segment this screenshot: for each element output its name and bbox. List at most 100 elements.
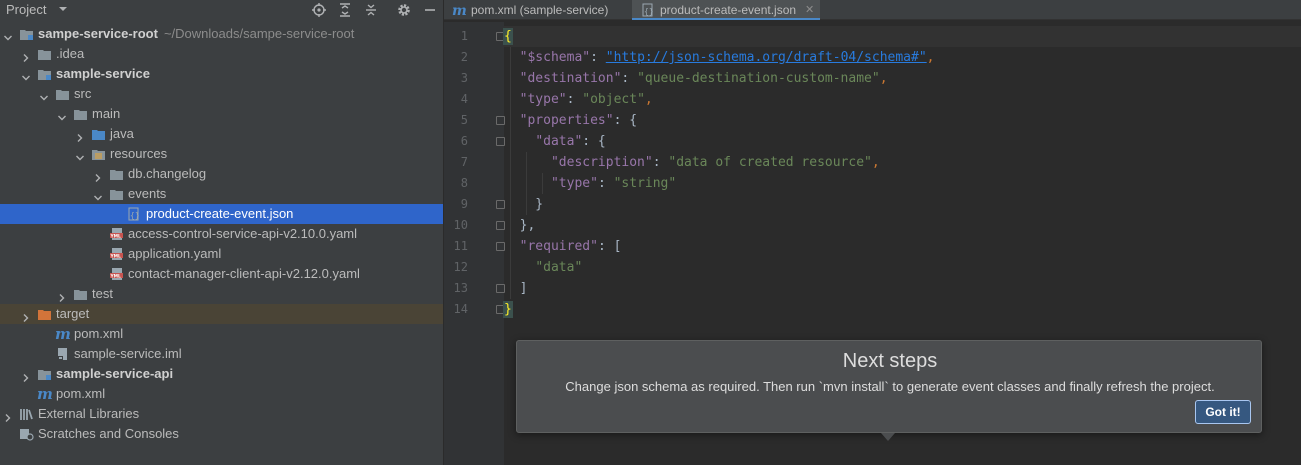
- chevron-right-icon[interactable]: [3, 409, 13, 422]
- chevron-down-icon[interactable]: [57, 109, 67, 121]
- scratches-icon: [19, 427, 34, 441]
- code-line[interactable]: {: [503, 26, 1301, 47]
- chevron-down-icon[interactable]: [58, 4, 68, 14]
- project-tool-window: Project sampe-service-root ~/Downloads/sa…: [0, 0, 443, 465]
- json-punctuation: [504, 113, 520, 128]
- close-icon[interactable]: ✕: [805, 0, 814, 20]
- tree-item-contact-manager-client-api-v2-12-0-yaml[interactable]: YML contact-manager-client-api-v2.12.0.ya…: [0, 264, 443, 284]
- tree-item-name: sample-service-api: [56, 366, 174, 381]
- chevron-down-icon[interactable]: [93, 189, 103, 201]
- json-punctuation: ,: [926, 50, 935, 65]
- tree-item-product-create-event-json[interactable]: {} product-create-event.json: [0, 204, 443, 224]
- json-value: "data of created resource": [668, 155, 872, 170]
- tree-item-name: sample-service: [56, 66, 150, 81]
- svg-text:YML: YML: [110, 273, 122, 279]
- tree-item-label: product-create-event.json: [146, 204, 293, 224]
- code-line[interactable]: "destination": "queue-destination-custom…: [504, 68, 1301, 89]
- tree-item-sample-service-iml[interactable]: sample-service.iml: [0, 344, 443, 364]
- tab-product-create-event-json[interactable]: {} product-create-event.json ✕: [632, 0, 820, 20]
- tree-item-access-control-service-api-v2-10-0-yaml[interactable]: YML access-control-service-api-v2.10.0.ya…: [0, 224, 443, 244]
- code-line[interactable]: },: [504, 215, 1301, 236]
- code-line[interactable]: "type": "string": [504, 173, 1301, 194]
- module-folder-icon: [37, 367, 52, 381]
- module-folder-icon: [37, 67, 52, 81]
- json-punctuation: : {: [582, 134, 606, 149]
- tree-item-pom-xml[interactable]: m pom.xml: [0, 384, 443, 404]
- line-number: 2: [460, 50, 468, 64]
- svg-text:m: m: [37, 387, 52, 401]
- json-value[interactable]: "http://json-schema.org/draft-04/schema#…: [606, 50, 927, 65]
- code-line[interactable]: }: [503, 299, 1301, 320]
- tree-item-db-changelog[interactable]: db.changelog: [0, 164, 443, 184]
- code-line[interactable]: "data": {: [504, 131, 1301, 152]
- json-key: "properties": [519, 113, 614, 128]
- code-line[interactable]: "type": "object",: [504, 89, 1301, 110]
- line-number: 10: [453, 218, 468, 232]
- chevron-right-icon[interactable]: [21, 369, 31, 382]
- chevron-right-icon[interactable]: [21, 49, 31, 62]
- json-value: "queue-destination-custom-name": [637, 71, 880, 86]
- tree-item-label: events: [128, 184, 166, 204]
- code-line[interactable]: }: [504, 194, 1301, 215]
- hide-icon[interactable]: [422, 2, 438, 18]
- code-line[interactable]: "$schema": "http://json-schema.org/draft…: [504, 47, 1301, 68]
- tree-item-name: src: [74, 86, 92, 101]
- tree-item-main[interactable]: main: [0, 104, 443, 124]
- chevron-down-icon[interactable]: [75, 149, 85, 161]
- tree-item-application-yaml[interactable]: YML application.yaml: [0, 244, 443, 264]
- json-file-icon: {}: [641, 3, 655, 17]
- line-number: 1: [460, 29, 468, 43]
- tree-item-events[interactable]: events: [0, 184, 443, 204]
- tree-item-external-libraries[interactable]: External Libraries: [0, 404, 443, 424]
- chevron-down-icon[interactable]: [21, 69, 31, 81]
- tree-item-label: contact-manager-client-api-v2.12.0.yaml: [128, 264, 360, 284]
- project-view-selector[interactable]: Project: [6, 2, 46, 17]
- svg-text:YML: YML: [110, 253, 122, 259]
- yaml-file-icon: YML: [109, 227, 124, 241]
- chevron-down-icon[interactable]: [39, 89, 49, 101]
- code-line[interactable]: "required": [: [504, 236, 1301, 257]
- tree-item-java[interactable]: java: [0, 124, 443, 144]
- line-number: 5: [460, 113, 468, 127]
- code-line[interactable]: "description": "data of created resource…: [504, 152, 1301, 173]
- tree-item-label: access-control-service-api-v2.10.0.yaml: [128, 224, 357, 244]
- tree-item-test[interactable]: test: [0, 284, 443, 304]
- locate-icon[interactable]: [311, 2, 327, 18]
- code-line[interactable]: "data": [504, 257, 1301, 278]
- chevron-right-icon[interactable]: [57, 289, 67, 302]
- tree-item-name: pom.xml: [74, 326, 124, 341]
- tree-item-pom-xml[interactable]: m pom.xml: [0, 324, 443, 344]
- tree-item-sampe-service-root[interactable]: sampe-service-root ~/Downloads/sampe-serv…: [0, 24, 443, 44]
- tree-item-scratches-and-consoles[interactable]: Scratches and Consoles: [0, 424, 443, 444]
- editor-gutter: 1 2 3 4 5 6 7 8 9 10 11 12 13 14: [444, 22, 505, 465]
- chevron-right-icon[interactable]: [93, 169, 103, 182]
- chevron-right-icon[interactable]: [21, 309, 31, 322]
- tree-item-src[interactable]: src: [0, 84, 443, 104]
- tree-item-sample-service[interactable]: sample-service: [0, 64, 443, 84]
- chevron-down-icon[interactable]: [3, 29, 13, 41]
- json-punctuation: :: [597, 176, 614, 191]
- folder-icon: [109, 187, 124, 201]
- tree-item-resources[interactable]: resources: [0, 144, 443, 164]
- tree-item-label: src: [74, 84, 91, 104]
- tree-item-target[interactable]: target: [0, 304, 443, 324]
- code-line[interactable]: "properties": {: [504, 110, 1301, 131]
- line-number: 12: [453, 260, 468, 274]
- chevron-right-icon[interactable]: [75, 129, 85, 142]
- tree-item-idea[interactable]: .idea: [0, 44, 443, 64]
- collapse-all-icon[interactable]: [363, 2, 379, 18]
- tree-item-name: java: [110, 126, 134, 141]
- line-number: 7: [460, 155, 468, 169]
- json-punctuation: :: [652, 155, 669, 170]
- tab-pom-xml[interactable]: m pom.xml (sample-service): [444, 0, 632, 20]
- tree-item-name: External Libraries: [38, 406, 140, 421]
- code-line[interactable]: ]: [504, 278, 1301, 299]
- tree-item-label: sample-service: [56, 64, 150, 84]
- folder-icon: [55, 87, 70, 101]
- expand-all-icon[interactable]: [337, 2, 353, 18]
- got-it-button[interactable]: Got it!: [1195, 400, 1251, 424]
- svg-text:YML: YML: [110, 233, 122, 239]
- settings-icon[interactable]: [396, 2, 412, 18]
- tree-item-sample-service-api[interactable]: sample-service-api: [0, 364, 443, 384]
- json-punctuation: },: [504, 218, 536, 233]
